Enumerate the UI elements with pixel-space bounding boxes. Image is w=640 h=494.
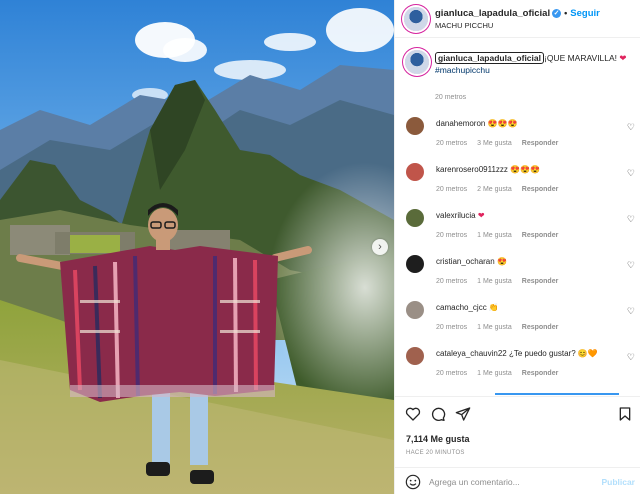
comment-text: 😍😍😍 bbox=[510, 165, 541, 174]
comment-meta: 20 metros 1 Me gusta Responder bbox=[436, 278, 568, 285]
likes-count[interactable]: 7,114 Me gusta bbox=[406, 434, 470, 444]
comment-likes[interactable]: 3 Me gusta bbox=[477, 140, 512, 147]
comment-text-line: valexrilucia ❤ bbox=[436, 211, 485, 220]
comment-username[interactable]: camacho_cjcc bbox=[436, 303, 487, 312]
share-icon[interactable] bbox=[455, 406, 471, 422]
caption-heart-emoji: ❤ bbox=[619, 53, 627, 63]
comment-heart-icon[interactable]: ♡ bbox=[627, 352, 635, 363]
machu-picchu-scene bbox=[0, 0, 394, 494]
smiley-icon[interactable] bbox=[405, 474, 421, 490]
comment-text-line: camacho_cjcc 👏 bbox=[436, 303, 499, 312]
caption-text: ¡QUE MARAVILLA! bbox=[543, 53, 618, 63]
comment-text: 😍 bbox=[496, 257, 507, 266]
comment-heart-icon[interactable]: ♡ bbox=[627, 168, 635, 179]
comment-heart-icon[interactable]: ♡ bbox=[627, 260, 635, 271]
comment-avatar[interactable] bbox=[406, 301, 424, 319]
reply-button[interactable]: Responder bbox=[522, 324, 559, 331]
post-time-ago: HACE 20 MINUTOS bbox=[406, 450, 465, 456]
post-side-panel: gianluca_lapadula_oficial ✓ • Seguir MACHU … bbox=[394, 0, 640, 494]
post-caption: gianluca_lapadula_oficial ¡QUE MARAVILLA!… bbox=[395, 44, 640, 106]
caption-avatar[interactable] bbox=[405, 50, 429, 74]
comment-avatar[interactable] bbox=[406, 209, 424, 227]
comment-likes[interactable]: 1 Me gusta bbox=[477, 278, 512, 285]
publish-button[interactable]: Publicar bbox=[601, 477, 635, 487]
comment-likes[interactable]: 2 Me gusta bbox=[477, 186, 512, 193]
comment-time: 20 metros bbox=[436, 232, 468, 239]
comments-list[interactable]: danahemoron 😍😍😍 20 metros 3 Me gusta Respo… bbox=[395, 112, 640, 394]
post-location[interactable]: MACHU PICCHU bbox=[435, 21, 493, 30]
comment-text-line: cristian_ocharan 😍 bbox=[436, 257, 507, 266]
verified-badge-icon: ✓ bbox=[552, 8, 562, 18]
comment-username[interactable]: cristian_ocharan bbox=[436, 257, 495, 266]
comment-meta: 20 metros 1 Me gusta Responder bbox=[436, 232, 568, 239]
comment-avatar[interactable] bbox=[406, 163, 424, 181]
post-actions: 7,114 Me gusta HACE 20 MINUTOS Publicar bbox=[395, 396, 640, 494]
comment-heart-icon[interactable]: ♡ bbox=[627, 122, 635, 133]
author-username[interactable]: gianluca_lapadula_oficial bbox=[435, 8, 550, 19]
comment-item: valexrilucia ❤ 20 metros 1 Me gusta Respon… bbox=[395, 204, 640, 250]
reply-button[interactable]: Responder bbox=[522, 370, 559, 377]
comment-avatar[interactable] bbox=[406, 117, 424, 135]
comment-heart-icon[interactable]: ♡ bbox=[627, 214, 635, 225]
comment-meta: 20 metros 1 Me gusta Responder bbox=[436, 324, 568, 331]
comment-username[interactable]: karenrosero0911zzz bbox=[436, 165, 508, 174]
comment-item: karenrosero0911zzz 😍😍😍 20 metros 2 Me gus… bbox=[395, 158, 640, 204]
comment-likes[interactable]: 1 Me gusta bbox=[477, 324, 512, 331]
separator-dot: • bbox=[564, 8, 568, 18]
comment-time: 20 metros bbox=[436, 140, 468, 147]
comment-avatar[interactable] bbox=[406, 255, 424, 273]
comment-item: cataleya_chauvin22 ¿Te puedo gustar? 😊🧡 … bbox=[395, 342, 640, 388]
caption-time: 20 metros bbox=[435, 94, 467, 101]
author-avatar[interactable] bbox=[404, 7, 428, 31]
comment-time: 20 metros bbox=[436, 370, 468, 377]
comment-item: camacho_cjcc 👏 20 metros 1 Me gusta Respon… bbox=[395, 296, 640, 342]
caption-text-block: gianluca_lapadula_oficial ¡QUE MARAVILLA!… bbox=[435, 52, 635, 76]
post-photo: › bbox=[0, 0, 394, 494]
comment-meta: 20 metros 3 Me gusta Responder bbox=[436, 140, 568, 147]
comment-text: 😍😍😍 bbox=[487, 119, 518, 128]
scroll-indicator bbox=[495, 393, 619, 395]
comment-text-line: danahemoron 😍😍😍 bbox=[436, 119, 518, 128]
bookmark-icon[interactable] bbox=[617, 406, 633, 422]
comment-likes[interactable]: 1 Me gusta bbox=[477, 370, 512, 377]
comment-item: cristian_ocharan 😍 20 metros 1 Me gusta Re… bbox=[395, 250, 640, 296]
reply-button[interactable]: Responder bbox=[522, 140, 559, 147]
follow-button[interactable]: Seguir bbox=[570, 8, 600, 19]
comment-time: 20 metros bbox=[436, 186, 468, 193]
author-line: gianluca_lapadula_oficial ✓ • Seguir bbox=[435, 8, 600, 19]
post-header: gianluca_lapadula_oficial ✓ • Seguir MACHU … bbox=[395, 0, 640, 38]
comment-text-line: cataleya_chauvin22 ¿Te puedo gustar? 😊🧡 bbox=[436, 349, 598, 358]
chevron-right-icon: › bbox=[378, 241, 382, 253]
next-photo-button[interactable]: › bbox=[372, 239, 388, 255]
comment-heart-icon[interactable]: ♡ bbox=[627, 306, 635, 317]
comment-item: danahemoron 😍😍😍 20 metros 3 Me gusta Respo… bbox=[395, 112, 640, 158]
reply-button[interactable]: Responder bbox=[522, 186, 559, 193]
comment-username[interactable]: valexrilucia bbox=[436, 211, 476, 220]
heart-icon[interactable] bbox=[405, 406, 421, 422]
comment-text: ❤ bbox=[477, 211, 485, 220]
add-comment-bar: Publicar bbox=[395, 467, 640, 494]
comment-username[interactable]: cataleya_chauvin22 bbox=[436, 349, 507, 358]
comment-text: ¿Te puedo gustar? 😊🧡 bbox=[508, 349, 598, 358]
comment-meta: 20 metros 1 Me gusta Responder bbox=[436, 370, 568, 377]
caption-username[interactable]: gianluca_lapadula_oficial bbox=[435, 52, 544, 64]
comment-meta: 20 metros 2 Me gusta Responder bbox=[436, 186, 568, 193]
comment-time: 20 metros bbox=[436, 324, 468, 331]
comment-username[interactable]: danahemoron bbox=[436, 119, 485, 128]
caption-hashtag[interactable]: #machupicchu bbox=[435, 65, 490, 75]
reply-button[interactable]: Responder bbox=[522, 278, 559, 285]
comment-avatar[interactable] bbox=[406, 347, 424, 365]
comment-time: 20 metros bbox=[436, 278, 468, 285]
reply-button[interactable]: Responder bbox=[522, 232, 559, 239]
comment-text: 👏 bbox=[488, 303, 499, 312]
comment-likes[interactable]: 1 Me gusta bbox=[477, 232, 512, 239]
comment-icon[interactable] bbox=[430, 406, 446, 422]
comment-text-line: karenrosero0911zzz 😍😍😍 bbox=[436, 165, 540, 174]
comment-input[interactable] bbox=[429, 473, 589, 491]
